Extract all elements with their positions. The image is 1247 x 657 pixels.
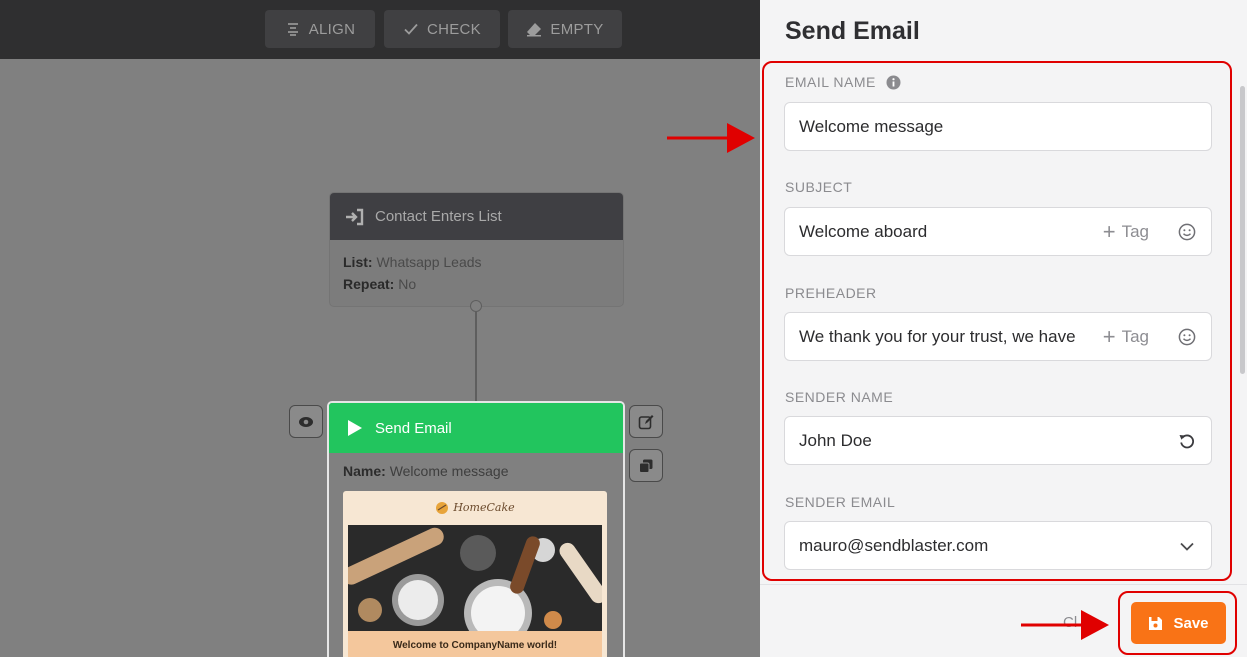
email-name-value: Welcome message	[799, 116, 944, 136]
email-name-label: EMAIL NAME	[785, 74, 901, 90]
repeat-value: No	[398, 276, 417, 292]
plus-icon: +	[1102, 218, 1116, 244]
empty-label: EMPTY	[550, 20, 604, 38]
email-name-field[interactable]: Welcome message	[784, 102, 1212, 151]
copy-icon	[639, 459, 653, 473]
trigger-node-header: Contact Enters List	[330, 193, 623, 240]
trigger-node[interactable]: Contact Enters List List: Whatsapp Leads…	[330, 193, 623, 306]
trigger-node-body: List: Whatsapp Leads Repeat: No	[330, 240, 623, 306]
plus-icon: +	[1102, 323, 1116, 349]
arrow-icon	[1021, 610, 1109, 640]
sender-email-dropdown-toggle[interactable]	[1163, 522, 1211, 569]
list-value: Whatsapp Leads	[376, 254, 482, 270]
smiley-icon	[1178, 223, 1196, 240]
reset-icon	[1179, 434, 1194, 448]
save-button[interactable]: Save	[1131, 602, 1226, 644]
check-icon	[404, 23, 418, 35]
connector-handle[interactable]	[470, 300, 482, 312]
align-label: ALIGN	[308, 20, 356, 38]
info-icon[interactable]	[886, 75, 901, 90]
preview-button[interactable]	[289, 405, 323, 438]
sender-email-select[interactable]: mauro@sendblaster.com	[784, 521, 1212, 570]
check-label: CHECK	[426, 20, 481, 38]
sender-name-field[interactable]: John Doe	[784, 416, 1212, 465]
sender-name-label: SENDER NAME	[785, 389, 894, 405]
preheader-tag-label: Tag	[1121, 326, 1149, 346]
email-name-label-text: EMAIL NAME	[785, 74, 876, 90]
sender-name-value: John Doe	[799, 430, 872, 450]
sender-email-label: SENDER EMAIL	[785, 494, 896, 510]
send-email-node-title: Send Email	[375, 419, 452, 437]
send-email-node-header: Send Email	[329, 403, 623, 453]
floppy-icon	[1149, 616, 1163, 630]
sender-name-reset-button[interactable]	[1163, 417, 1211, 464]
workflow-canvas: ALIGN CHECK EMPTY Contact Enters List Li…	[0, 0, 760, 657]
preheader-label: PREHEADER	[785, 285, 877, 301]
preheader-emoji-button[interactable]	[1163, 313, 1211, 360]
preheader-tag-button[interactable]: + Tag	[1089, 323, 1163, 349]
canvas-toolbar: ALIGN CHECK EMPTY	[0, 0, 760, 59]
align-icon	[287, 23, 298, 36]
send-email-node-name: Name: Welcome message	[329, 453, 623, 479]
eraser-icon	[527, 23, 542, 37]
empty-button[interactable]: EMPTY	[508, 10, 622, 48]
duplicate-node-button[interactable]	[629, 449, 663, 482]
check-button[interactable]: CHECK	[384, 10, 500, 48]
name-value: Welcome message	[389, 463, 509, 479]
sender-email-value: mauro@sendblaster.com	[799, 535, 989, 555]
subject-value: Welcome aboard	[799, 221, 928, 241]
preheader-value: We thank you for your trust, we have	[799, 326, 1076, 346]
subject-tag-label: Tag	[1121, 221, 1149, 241]
email-preview-thumbnail: HomeCake Welcome to CompanyName world!	[343, 491, 607, 657]
trigger-node-title: Contact Enters List	[375, 208, 502, 225]
smiley-icon	[1178, 328, 1196, 345]
align-button[interactable]: ALIGN	[265, 10, 375, 48]
preview-footer-text: Welcome to CompanyName world!	[348, 631, 602, 657]
subject-field[interactable]: Welcome aboard + Tag	[784, 207, 1212, 256]
send-email-node[interactable]: Send Email Name: Welcome message HomeCak…	[327, 401, 625, 657]
chevron-down-icon	[1180, 542, 1194, 551]
preview-hero-image	[348, 525, 602, 631]
repeat-label: Repeat:	[343, 276, 395, 292]
edit-icon	[638, 414, 654, 429]
eye-icon	[299, 416, 313, 427]
panel-footer-divider	[760, 584, 1247, 585]
list-label: List:	[343, 254, 373, 270]
panel-scrollbar[interactable]	[1240, 86, 1245, 374]
arrow-icon	[667, 123, 755, 153]
preview-logo-text: HomeCake	[453, 501, 515, 514]
edit-node-button[interactable]	[629, 405, 663, 438]
node-connector	[475, 306, 477, 402]
login-icon	[346, 208, 364, 225]
preheader-field[interactable]: We thank you for your trust, we have + T…	[784, 312, 1212, 361]
cake-logo-icon	[436, 501, 449, 514]
panel-title: Send Email	[785, 17, 920, 45]
subject-emoji-button[interactable]	[1163, 208, 1211, 255]
subject-label: SUBJECT	[785, 179, 853, 195]
send-email-panel: Send Email EMAIL NAME Welcome message SU…	[760, 0, 1247, 657]
play-icon	[348, 420, 362, 436]
preview-logo: HomeCake	[343, 491, 607, 524]
save-label: Save	[1173, 614, 1209, 632]
subject-tag-button[interactable]: + Tag	[1089, 218, 1163, 244]
name-label: Name:	[343, 463, 386, 479]
